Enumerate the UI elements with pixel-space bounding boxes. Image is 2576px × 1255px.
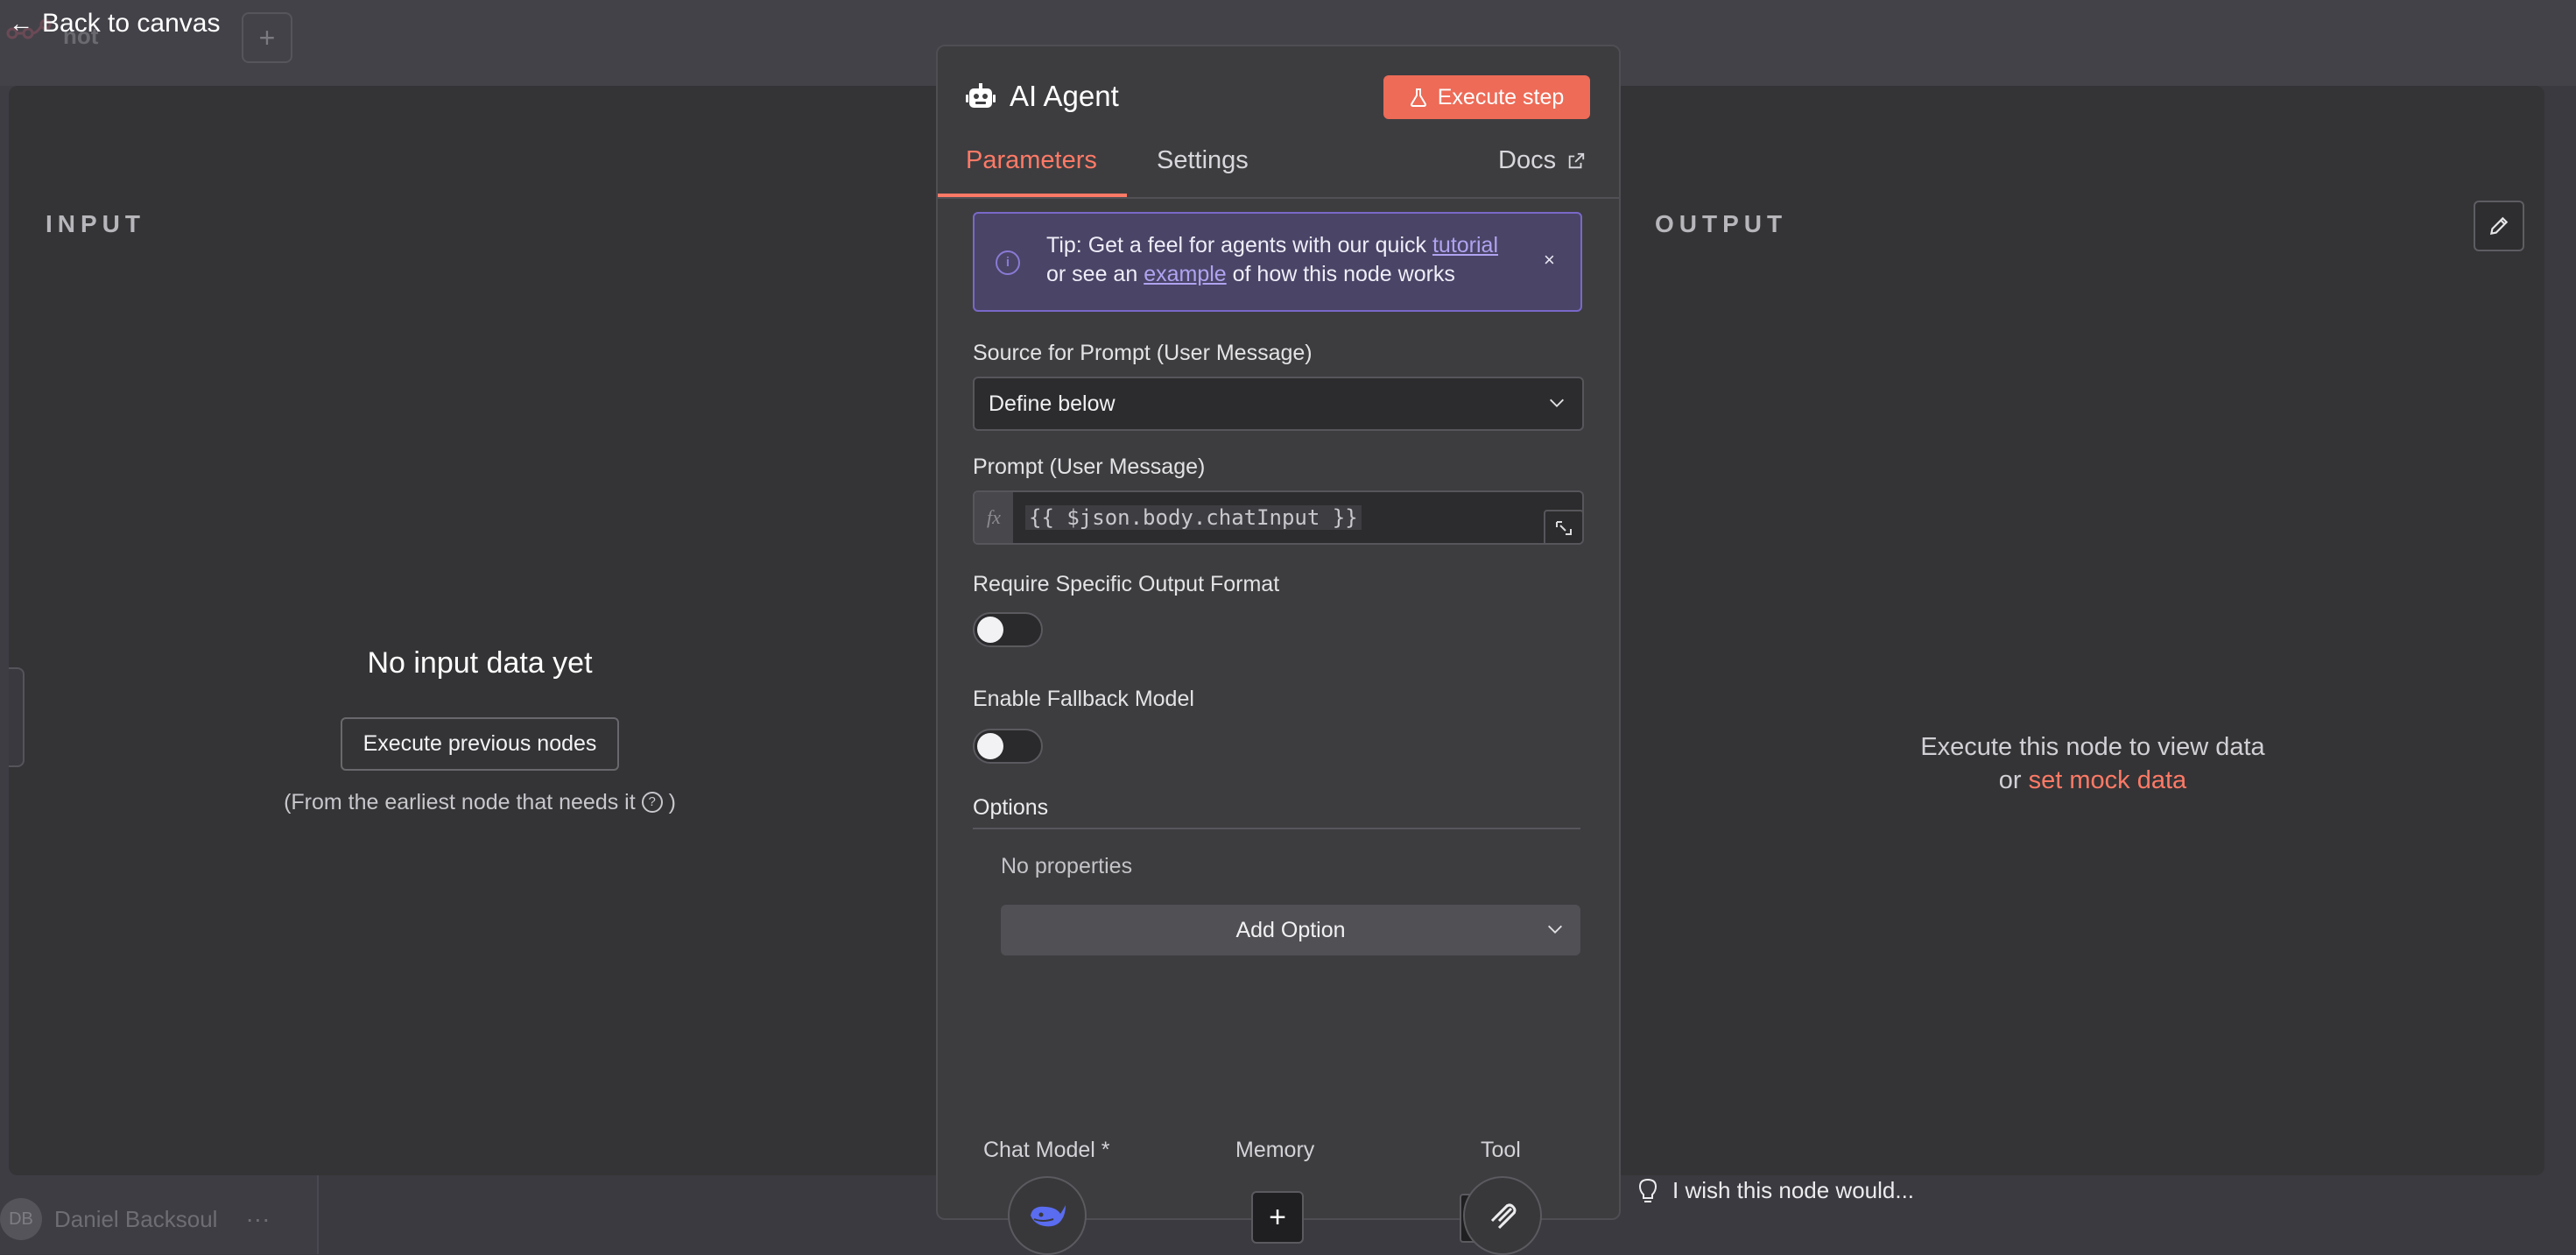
output-or-text: or — [1998, 766, 2022, 794]
tool-node[interactable] — [1463, 1176, 1542, 1255]
options-divider — [973, 828, 1580, 829]
set-mock-data-link[interactable]: set mock data — [2029, 766, 2187, 794]
user-menu[interactable]: DB Daniel Backsoul ··· — [0, 1196, 270, 1242]
tab-docs[interactable]: Docs — [1498, 146, 1586, 175]
prompt-expression-input[interactable]: fx {{ $json.body.chatInput }} — [973, 490, 1584, 545]
input-hint-close: ) — [668, 790, 676, 814]
add-option-button[interactable]: Add Option — [1001, 905, 1580, 955]
toggle-knob — [977, 617, 1003, 643]
source-prompt-select[interactable]: Define below — [973, 377, 1584, 431]
options-title: Options — [973, 795, 1049, 820]
deepseek-whale-icon — [1031, 1205, 1066, 1227]
add-memory-button[interactable]: + — [1251, 1191, 1304, 1244]
node-title[interactable]: AI Agent — [1010, 80, 1119, 113]
sub-node-tool-label: Tool — [1481, 1138, 1521, 1162]
help-icon[interactable]: ? — [641, 792, 663, 813]
back-to-canvas-link[interactable]: ← Back to canvas — [9, 9, 220, 39]
add-option-label: Add Option — [1235, 918, 1346, 942]
feedback-text: I wish this node would... — [1672, 1177, 1915, 1203]
node-tabs: Parameters Settings Docs — [938, 143, 1619, 199]
close-icon[interactable]: × — [1544, 249, 1555, 271]
docs-label: Docs — [1498, 146, 1557, 174]
tip-text: Tip: Get a feel for agents with our quic… — [1046, 231, 1537, 289]
tip-text-3: of how this node works — [1226, 262, 1455, 286]
fx-icon: fx — [975, 492, 1013, 543]
node-settings-panel: AI Agent Execute step Parameters Setting… — [936, 45, 1621, 1255]
lightbulb-icon — [1639, 1178, 1657, 1202]
robot-icon — [966, 83, 996, 108]
tip-text-1: Tip: Get a feel for agents with our quic… — [1046, 233, 1432, 257]
execute-previous-nodes-button[interactable]: Execute previous nodes — [340, 717, 620, 771]
avatar: DB — [0, 1198, 42, 1240]
back-to-canvas-label: Back to canvas — [42, 9, 221, 38]
prompt-expression-value[interactable]: {{ $json.body.chatInput }} — [1025, 505, 1362, 530]
tool-icon — [1490, 1203, 1517, 1230]
sub-node-memory-label: Memory — [1235, 1138, 1315, 1162]
sub-node-chat-model-label: Chat Model * — [983, 1138, 1110, 1162]
pencil-icon — [2489, 216, 2509, 236]
new-tab-button[interactable]: + — [242, 12, 292, 63]
output-format-label: Require Specific Output Format — [973, 572, 1280, 596]
more-icon[interactable]: ··· — [245, 1205, 270, 1233]
chat-model-node[interactable] — [1008, 1176, 1087, 1255]
open-expression-editor-button[interactable] — [1544, 510, 1582, 543]
tip-text-2: or see an — [1046, 262, 1144, 286]
example-link[interactable]: example — [1144, 262, 1227, 286]
tutorial-link[interactable]: tutorial — [1432, 233, 1498, 257]
node-header: AI Agent — [966, 80, 1119, 113]
chevron-down-icon — [1548, 925, 1562, 934]
fallback-model-toggle[interactable] — [973, 729, 1043, 764]
tip-callout: i Tip: Get a feel for agents with our qu… — [973, 212, 1582, 312]
tab-settings[interactable]: Settings — [1157, 146, 1249, 175]
info-icon: i — [996, 250, 1020, 275]
input-hint: (From the earliest node that needs it ? … — [18, 790, 942, 815]
active-tab-indicator — [938, 194, 1127, 197]
feedback-prompt[interactable]: I wish this node would... — [1639, 1177, 1914, 1204]
execute-step-button[interactable]: Execute step — [1383, 75, 1590, 119]
input-panel-title: INPUT — [46, 210, 145, 237]
fallback-model-label: Enable Fallback Model — [973, 687, 1194, 711]
toggle-knob — [977, 733, 1003, 759]
output-panel-title: OUTPUT — [1655, 210, 1788, 237]
source-prompt-label: Source for Prompt (User Message) — [973, 341, 1313, 365]
expand-icon — [1556, 521, 1572, 535]
source-prompt-value: Define below — [989, 391, 1116, 416]
output-format-toggle[interactable] — [973, 612, 1043, 647]
prompt-label: Prompt (User Message) — [973, 455, 1206, 479]
arrow-left-icon: ← — [9, 10, 33, 37]
user-name: Daniel Backsoul — [54, 1205, 218, 1232]
external-link-icon — [1568, 152, 1585, 168]
input-empty-title: No input data yet — [367, 646, 593, 680]
input-hint-text: (From the earliest node that needs it — [284, 790, 636, 814]
tab-parameters[interactable]: Parameters — [966, 146, 1097, 175]
chevron-down-icon — [1550, 398, 1564, 407]
edit-output-button[interactable] — [2474, 201, 2524, 251]
execute-step-label: Execute step — [1437, 84, 1565, 109]
no-properties-text: No properties — [1001, 854, 1133, 878]
output-empty-text: Execute this node to view data — [1920, 733, 2265, 761]
flask-icon — [1410, 88, 1426, 107]
input-empty-state: No input data yet Execute previous nodes… — [18, 646, 942, 815]
output-empty-state: Execute this node to view data or set mo… — [1883, 730, 2303, 797]
